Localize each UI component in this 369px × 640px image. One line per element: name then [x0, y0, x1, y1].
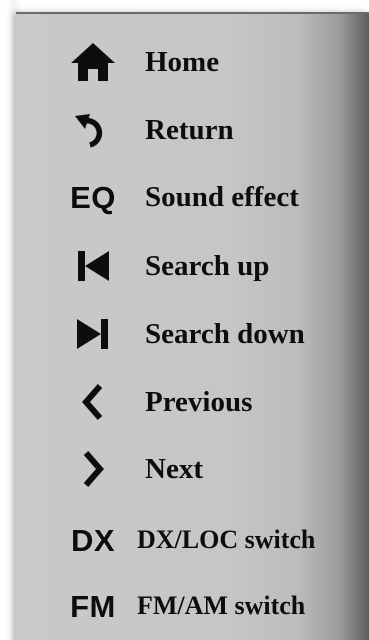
menu-item-fm-am-switch: FM FM/AM switch	[16, 576, 369, 636]
skip-back-icon	[66, 244, 120, 288]
menu-item-label: Home	[145, 45, 220, 78]
chevron-right-icon	[66, 447, 120, 491]
menu-item-label: DX/LOC switch	[137, 525, 316, 554]
menu-item-label: FM/AM switch	[137, 591, 306, 620]
home-icon	[66, 40, 120, 84]
skip-forward-icon	[66, 312, 120, 356]
dx-icon: DX	[70, 522, 116, 558]
menu-item-home: Home	[16, 32, 369, 92]
chevron-left-icon	[66, 380, 120, 424]
fm-icon: FM	[70, 588, 116, 624]
menu-item-dx-loc-switch: DX DX/LOC switch	[16, 510, 369, 570]
eq-icon: EQ	[70, 179, 116, 215]
legend-panel: Home Return EQ Sound effect Search up Se…	[16, 12, 369, 640]
menu-item-label: Search up	[145, 249, 270, 282]
menu-item-label: Search down	[145, 317, 305, 350]
menu-item-search-up: Search up	[16, 236, 369, 296]
menu-item-sound-effect: EQ Sound effect	[16, 167, 369, 227]
return-icon	[66, 108, 120, 152]
menu-item-label: Next	[145, 452, 203, 485]
menu-item-label: Return	[145, 113, 234, 146]
menu-item-return: Return	[16, 100, 369, 160]
menu-item-next: Next	[16, 439, 369, 499]
menu-item-search-down: Search down	[16, 304, 369, 364]
menu-item-previous: Previous	[16, 372, 369, 432]
menu-item-label: Sound effect	[145, 180, 299, 213]
menu-item-label: Previous	[145, 385, 253, 418]
screen: Home Return EQ Sound effect Search up Se…	[0, 0, 369, 640]
